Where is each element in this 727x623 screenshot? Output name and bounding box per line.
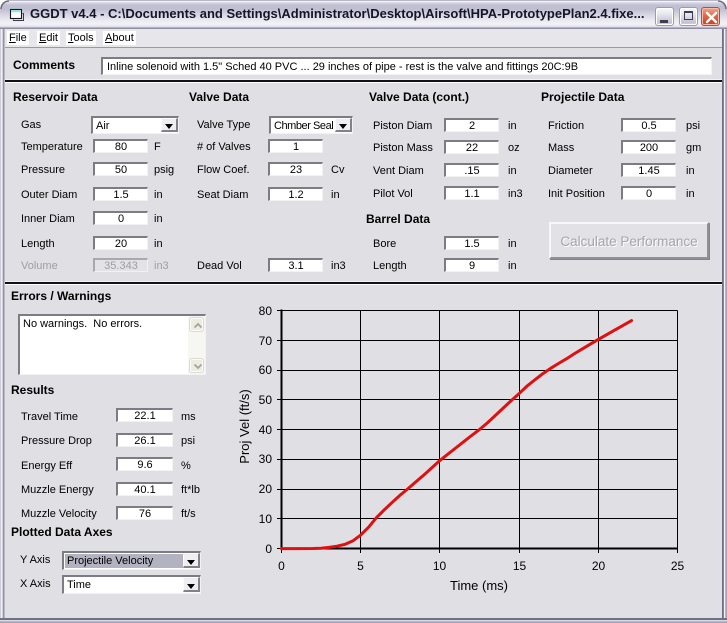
svg-text:15: 15: [513, 559, 527, 573]
svg-text:10: 10: [433, 559, 447, 573]
svg-text:20: 20: [592, 559, 606, 573]
svg-text:20: 20: [259, 482, 273, 496]
svg-text:Time (ms): Time (ms): [450, 578, 508, 593]
svg-text:50: 50: [259, 393, 273, 407]
svg-text:25: 25: [671, 559, 685, 573]
svg-text:0: 0: [265, 542, 272, 556]
svg-text:Proj Vel (ft/s): Proj Vel (ft/s): [237, 389, 252, 463]
svg-text:0: 0: [278, 559, 285, 573]
svg-text:10: 10: [259, 512, 273, 526]
svg-text:30: 30: [259, 452, 273, 466]
svg-text:60: 60: [259, 363, 273, 377]
svg-text:40: 40: [259, 423, 273, 437]
svg-text:80: 80: [259, 304, 273, 318]
svg-text:5: 5: [357, 559, 364, 573]
svg-text:70: 70: [259, 334, 273, 348]
